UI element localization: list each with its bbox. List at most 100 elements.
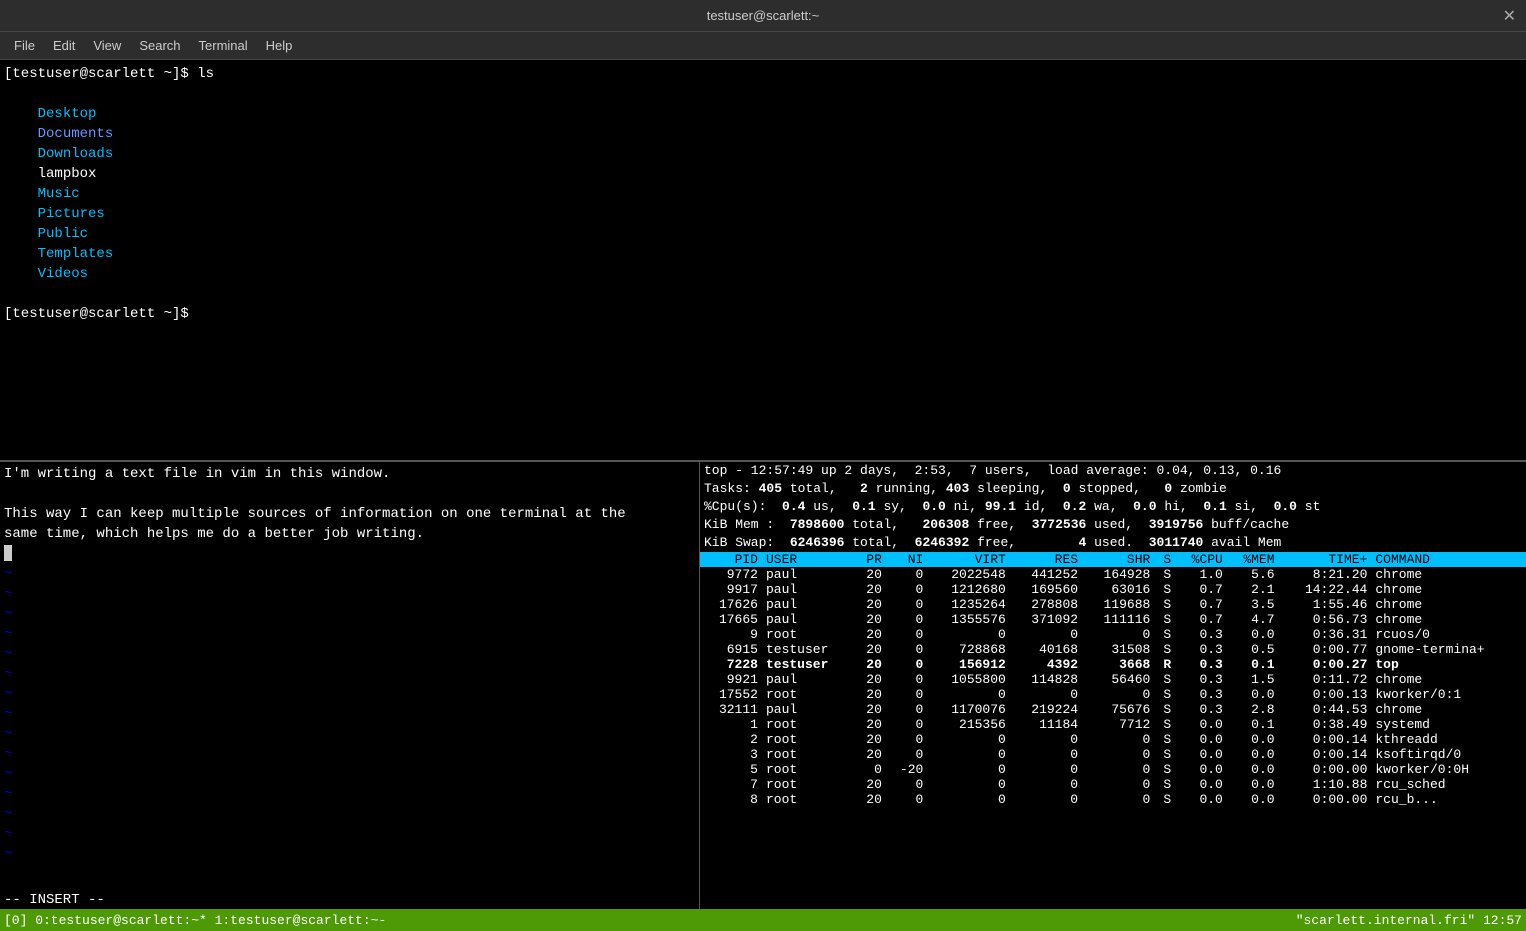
vim-tilde-11: ~ — [4, 764, 695, 784]
th-mem: %MEM — [1227, 552, 1279, 567]
table-cell: 0 — [927, 747, 1010, 762]
table-cell: gnome-termina+ — [1371, 642, 1526, 657]
cpu-st: 0.0 — [1274, 499, 1297, 514]
table-cell: 0.0 — [1175, 732, 1227, 747]
top-table: PID USER PR NI VIRT RES SHR S %CPU %MEM … — [700, 552, 1526, 807]
table-cell: 20 — [855, 567, 886, 582]
cpu-wa: 0.2 — [1063, 499, 1086, 514]
close-button[interactable]: ✕ — [1503, 6, 1516, 26]
table-cell: 0 — [886, 642, 927, 657]
table-row: 9772paul2002022548441252164928S1.05.68:2… — [700, 567, 1526, 582]
vim-pane[interactable]: I'm writing a text file in vim in this w… — [0, 462, 700, 909]
table-cell: 0 — [1010, 627, 1082, 642]
top-header-line2: Tasks: 405 total, 2 running, 403 sleepin… — [700, 480, 1526, 498]
table-cell: 0.5 — [1227, 642, 1279, 657]
cpu-si: 0.1 — [1203, 499, 1226, 514]
table-cell: 0 — [886, 777, 927, 792]
table-cell: 63016 — [1082, 582, 1154, 597]
status-right: "scarlett.internal.fri" 12:57 — [1296, 913, 1522, 928]
table-cell: 20 — [855, 702, 886, 717]
table-cell: 20 — [855, 642, 886, 657]
th-user: USER — [762, 552, 855, 567]
table-cell: S — [1154, 777, 1175, 792]
menu-terminal[interactable]: Terminal — [191, 36, 256, 55]
table-cell: 3 — [700, 747, 762, 762]
vim-tilde-2: ~ — [4, 584, 695, 604]
vim-tilde-4: ~ — [4, 624, 695, 644]
table-cell: 0:36.31 — [1279, 627, 1372, 642]
vim-content: I'm writing a text file in vim in this w… — [0, 462, 699, 889]
top-table-body: 9772paul2002022548441252164928S1.05.68:2… — [700, 567, 1526, 807]
table-cell: 20 — [855, 657, 886, 672]
table-cell: 1235264 — [927, 597, 1010, 612]
terminal-line-prompt1: [testuser@scarlett ~]$ ls — [4, 64, 1522, 84]
table-cell: 0.0 — [1227, 687, 1279, 702]
table-cell: 0 — [886, 582, 927, 597]
table-cell: 4392 — [1010, 657, 1082, 672]
menu-file[interactable]: File — [6, 36, 43, 55]
top-header-line5: KiB Swap: 6246396 total, 6246392 free, 4… — [700, 534, 1526, 552]
vim-line-2 — [4, 484, 695, 504]
menu-search[interactable]: Search — [131, 36, 188, 55]
table-cell: root — [762, 792, 855, 807]
table-cell: S — [1154, 597, 1175, 612]
vim-line-3: This way I can keep multiple sources of … — [4, 504, 695, 524]
table-cell: 7228 — [700, 657, 762, 672]
table-cell: 0 — [927, 762, 1010, 777]
table-cell: S — [1154, 762, 1175, 777]
vim-tilde-8: ~ — [4, 704, 695, 724]
table-cell: 1:10.88 — [1279, 777, 1372, 792]
table-cell: 20 — [855, 582, 886, 597]
table-cell: 56460 — [1082, 672, 1154, 687]
top-header-line4: KiB Mem : 7898600 total, 206308 free, 37… — [700, 516, 1526, 534]
table-cell: 0 — [1082, 687, 1154, 702]
table-cell: 441252 — [1010, 567, 1082, 582]
table-cell: root — [762, 627, 855, 642]
menu-bar: File Edit View Search Terminal Help — [0, 32, 1526, 60]
table-cell: 9921 — [700, 672, 762, 687]
table-cell: 9917 — [700, 582, 762, 597]
table-cell: 0.3 — [1175, 672, 1227, 687]
table-row: 32111paul200117007621922475676S0.32.80:4… — [700, 702, 1526, 717]
table-cell: 0:00.77 — [1279, 642, 1372, 657]
terminal-top[interactable]: [testuser@scarlett ~]$ ls Desktop Docume… — [0, 60, 1526, 460]
vim-tilde-6: ~ — [4, 664, 695, 684]
table-cell: 0 — [886, 672, 927, 687]
vim-tilde-7: ~ — [4, 684, 695, 704]
top-header-line3: %Cpu(s): 0.4 us, 0.1 sy, 0.0 ni, 99.1 id… — [700, 498, 1526, 516]
table-cell: 0 — [1010, 687, 1082, 702]
table-cell: 0.0 — [1175, 792, 1227, 807]
table-cell: kthreadd — [1371, 732, 1526, 747]
table-row: 9921paul200105580011482856460S0.31.50:11… — [700, 672, 1526, 687]
table-cell: paul — [762, 567, 855, 582]
table-cell: 2022548 — [927, 567, 1010, 582]
table-cell: 8:21.20 — [1279, 567, 1372, 582]
top-header-line1: top - 12:57:49 up 2 days, 2:53, 7 users,… — [700, 462, 1526, 480]
table-cell: 20 — [855, 612, 886, 627]
table-cell: 0:56.73 — [1279, 612, 1372, 627]
table-row: 9917paul200121268016956063016S0.72.114:2… — [700, 582, 1526, 597]
table-cell: 1170076 — [927, 702, 1010, 717]
menu-help[interactable]: Help — [258, 36, 301, 55]
table-cell: 0 — [927, 732, 1010, 747]
table-cell: 0:00.00 — [1279, 792, 1372, 807]
table-cell: 0 — [1010, 747, 1082, 762]
table-cell: 0 — [886, 627, 927, 642]
table-cell: paul — [762, 612, 855, 627]
table-cell: S — [1154, 642, 1175, 657]
menu-view[interactable]: View — [85, 36, 129, 55]
table-cell: root — [762, 747, 855, 762]
table-cell: 14:22.44 — [1279, 582, 1372, 597]
table-cell: 0:00.14 — [1279, 747, 1372, 762]
table-cell: S — [1154, 612, 1175, 627]
bottom-section: I'm writing a text file in vim in this w… — [0, 462, 1526, 909]
menu-edit[interactable]: Edit — [45, 36, 83, 55]
swap-used: 4 — [1078, 535, 1086, 550]
table-cell: 0.1 — [1227, 657, 1279, 672]
table-cell: 0:44.53 — [1279, 702, 1372, 717]
cpu-hi: 0.0 — [1133, 499, 1156, 514]
table-cell: root — [762, 732, 855, 747]
table-cell: 20 — [855, 672, 886, 687]
table-cell: chrome — [1371, 582, 1526, 597]
table-cell: 0.3 — [1175, 627, 1227, 642]
